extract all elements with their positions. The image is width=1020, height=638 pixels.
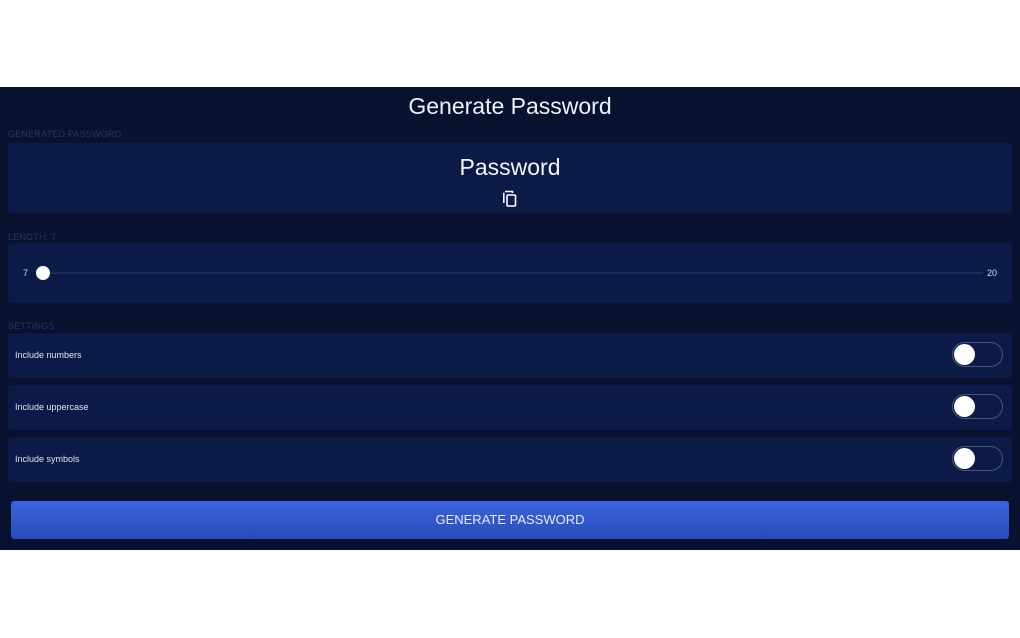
generated-password-card: Password <box>8 143 1012 213</box>
setting-row-numbers: Include numbers <box>8 333 1012 378</box>
include-numbers-toggle[interactable] <box>952 342 1003 367</box>
include-symbols-toggle[interactable] <box>952 446 1003 471</box>
setting-row-uppercase: Include uppercase <box>8 385 1012 430</box>
password-generator-panel: Generate Password GENERATED PASSWORD Pas… <box>0 87 1020 550</box>
toggle-knob <box>954 395 975 417</box>
generate-password-button[interactable]: GENERATE PASSWORD <box>11 501 1009 539</box>
length-section-label: LENGTH: 7 <box>8 232 57 242</box>
generated-password-text: Password <box>459 154 561 180</box>
page-title: Generate Password <box>408 93 612 119</box>
generated-password-section-label: GENERATED PASSWORD <box>8 129 122 139</box>
settings-section-label: SETTINGS <box>8 321 55 331</box>
setting-label-uppercase: Include uppercase <box>15 402 89 412</box>
slider-max-label: 20 <box>986 268 997 278</box>
toggle-knob <box>954 447 975 469</box>
length-slider-track[interactable] <box>43 272 983 274</box>
copy-icon[interactable] <box>502 190 518 208</box>
setting-label-symbols: Include symbols <box>15 454 80 464</box>
length-slider-card: 7 20 <box>8 243 1012 303</box>
setting-label-numbers: Include numbers <box>15 350 82 360</box>
toggle-knob <box>954 343 975 365</box>
length-slider-thumb[interactable] <box>36 266 50 280</box>
slider-min-label: 7 <box>23 268 29 278</box>
include-uppercase-toggle[interactable] <box>952 394 1003 419</box>
setting-row-symbols: Include symbols <box>8 437 1012 482</box>
